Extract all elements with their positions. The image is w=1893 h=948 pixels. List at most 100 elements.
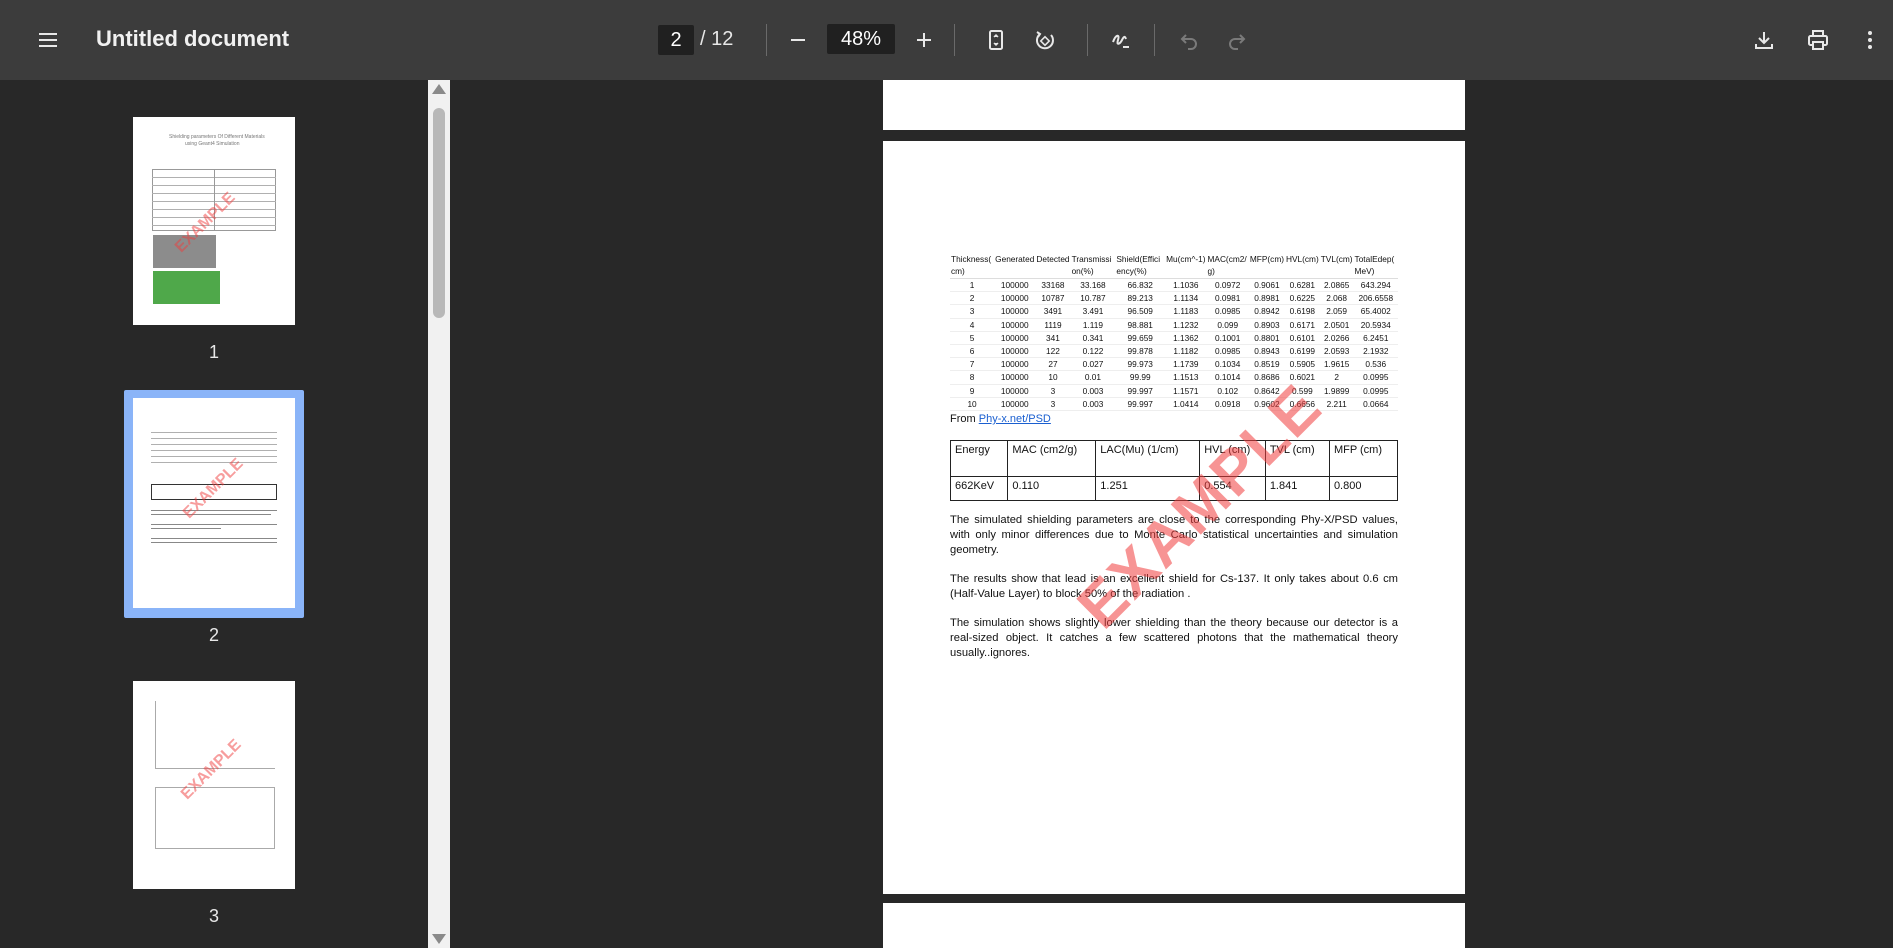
- scrollbar-thumb[interactable]: [433, 108, 445, 318]
- fit-page-icon[interactable]: [976, 20, 1016, 60]
- table-cell: 0.01: [1070, 370, 1116, 385]
- table-header-cell: Thickness( cm): [950, 252, 995, 279]
- table-cell: 27: [1035, 357, 1071, 372]
- document-title: Untitled document: [96, 26, 290, 51]
- thumbnail-label: 3: [208, 906, 219, 926]
- table-cell: 0.1014: [1206, 370, 1249, 385]
- table-cell: 99.659: [1115, 331, 1166, 346]
- table-cell: 0.5905: [1285, 357, 1320, 372]
- table-cell: 99.997: [1115, 384, 1166, 398]
- undo-icon[interactable]: [1169, 20, 1209, 60]
- page-3-partial: [883, 903, 1465, 948]
- table-cell: 0.8903: [1248, 318, 1285, 332]
- table-cell: 10: [950, 397, 995, 412]
- table-cell: 1.0414: [1165, 397, 1207, 412]
- thumbnail-label: 1: [208, 342, 219, 362]
- table-cell: 0.003: [1070, 384, 1116, 398]
- table-header-cell: HVL(cm): [1285, 252, 1320, 279]
- table-cell: 0.003: [1070, 397, 1116, 412]
- annotate-icon[interactable]: [1101, 20, 1141, 60]
- table-header-cell: Generated: [994, 252, 1036, 279]
- table-cell: 9: [950, 384, 995, 398]
- table-cell: 2.0501: [1319, 318, 1354, 332]
- table-cell: 0.8801: [1248, 331, 1285, 346]
- thumbnail-page-3[interactable]: EXAMPLE: [133, 681, 295, 889]
- table-cell: 10.787: [1070, 291, 1116, 306]
- table-cell: 0.8942: [1248, 304, 1285, 319]
- table-cell: 0.6101: [1285, 331, 1320, 346]
- table-cell: 100000: [994, 344, 1036, 359]
- table-cell: 0.0985: [1206, 304, 1249, 319]
- table-cell: 0.8981: [1248, 291, 1285, 306]
- toolbar-divider: [1087, 24, 1088, 56]
- table-row: 7 100000 27 0.027 99.973 1.1739 0.1034 0.8519 0.…: [950, 357, 1398, 372]
- table-cell: 0.8943: [1248, 344, 1285, 359]
- table-cell: 100000: [994, 357, 1036, 372]
- table-cell: 1.1036: [1165, 278, 1207, 293]
- reference-header-cell: Energy: [949, 440, 1009, 477]
- table-cell: 7: [950, 357, 995, 372]
- table-cell: 0.8519: [1248, 357, 1285, 372]
- scroll-down-icon[interactable]: [432, 934, 446, 944]
- redo-icon[interactable]: [1217, 20, 1257, 60]
- zoom-out-icon[interactable]: [778, 20, 818, 60]
- table-cell: 1.119: [1070, 318, 1116, 332]
- table-cell: 8: [950, 370, 995, 385]
- scroll-up-icon[interactable]: [432, 84, 446, 94]
- toolbar-divider: [766, 24, 767, 56]
- table-header-cell: MFP(cm): [1248, 252, 1285, 279]
- source-line: From Phy-x.net/PSD: [950, 413, 1051, 425]
- table-cell: 65.4002: [1353, 304, 1398, 319]
- table-cell: 0.6198: [1285, 304, 1320, 319]
- thumbnail-page-1[interactable]: Shielding parameters Of Different Materi…: [133, 117, 295, 325]
- table-cell: 99.878: [1115, 344, 1166, 359]
- table-cell: 0.0995: [1353, 370, 1398, 385]
- table-cell: 1: [950, 278, 995, 293]
- more-icon[interactable]: [1850, 20, 1890, 60]
- sidebar-scrollbar[interactable]: [428, 80, 450, 948]
- paragraph: The simulation shows slightly lower shie…: [950, 617, 1398, 659]
- page-number-input[interactable]: [658, 25, 694, 55]
- table-header-cell: TVL(cm): [1319, 252, 1354, 279]
- table-cell: 0.6225: [1285, 291, 1320, 306]
- rotate-icon[interactable]: [1025, 20, 1065, 60]
- thumbnail-image: [153, 271, 220, 304]
- source-link[interactable]: Phy-x.net/PSD: [979, 413, 1051, 425]
- table-row: 1 100000 33168 33.168 66.832 1.1036 0.0972 0.90…: [950, 278, 1398, 293]
- source-prefix: From: [950, 413, 979, 425]
- zoom-input[interactable]: [827, 24, 895, 54]
- table-cell: 1.1571: [1165, 384, 1207, 398]
- download-icon[interactable]: [1744, 20, 1784, 60]
- thumbnail-label: 2: [208, 625, 219, 645]
- table-cell: 33168: [1035, 278, 1071, 293]
- table-cell: 5: [950, 331, 995, 346]
- thumbnail-title: using Geant4 Simulation: [185, 141, 240, 147]
- menu-icon[interactable]: [28, 20, 68, 60]
- table-cell: 96.509: [1115, 304, 1166, 319]
- table-cell: 0.102: [1206, 384, 1249, 398]
- table-cell: 0.0972: [1206, 278, 1249, 293]
- table-cell: 6.2451: [1353, 331, 1398, 346]
- table-cell: 100000: [994, 318, 1036, 332]
- zoom-in-icon[interactable]: [904, 20, 944, 60]
- table-cell: 0.9061: [1248, 278, 1285, 293]
- table-cell: 3.491: [1070, 304, 1116, 319]
- thumbnail-sidebar: Shielding parameters Of Different Materi…: [0, 80, 428, 948]
- print-icon[interactable]: [1798, 20, 1838, 60]
- table-cell: 2.211: [1319, 397, 1354, 412]
- toolbar: Untitled document / 12: [0, 0, 1893, 80]
- table-cell: 4: [950, 318, 995, 332]
- table-cell: 0.099: [1206, 318, 1249, 332]
- table-cell: 0.1034: [1206, 357, 1249, 372]
- thumbnail-page-2[interactable]: EXAMPLE: [133, 398, 295, 608]
- table-cell: 341: [1035, 331, 1071, 346]
- table-cell: 2: [950, 291, 995, 306]
- table-cell: 100000: [994, 331, 1036, 346]
- table-cell: 3: [1035, 397, 1071, 412]
- thumbnail-chart: [155, 787, 275, 849]
- table-cell: 0.122: [1070, 344, 1116, 359]
- table-cell: 100000: [994, 384, 1036, 398]
- thumbnail-title: Shielding parameters Of Different Materi…: [169, 134, 265, 140]
- table-cell: 0.0918: [1206, 397, 1249, 412]
- table-header-cell: MAC(cm2/ g): [1206, 252, 1249, 279]
